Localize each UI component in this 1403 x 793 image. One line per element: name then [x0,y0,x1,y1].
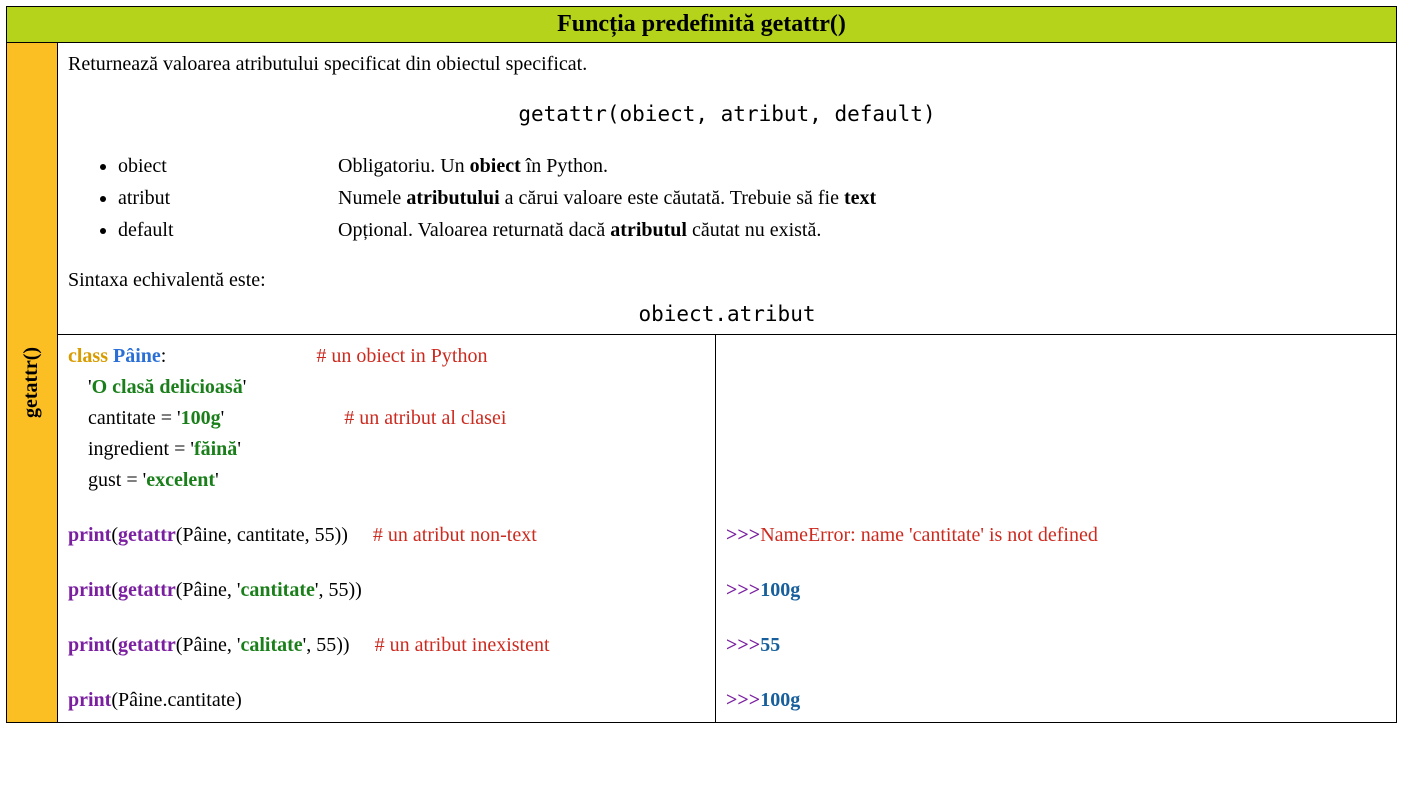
table-body: getattr() Returnează valoarea atributulu… [7,43,1396,722]
code-line: print(getattr(Pâine, 'calitate', 55)) # … [68,630,705,661]
output-line: >>>100g [726,575,1386,606]
code-line: gust = 'excelent' [68,465,705,496]
code-cell: class Pâine: # un obiect in Python 'O cl… [58,335,716,722]
code-line: print(getattr(Pâine, 'cantitate', 55)) [68,575,705,606]
code-line: print(getattr(Pâine, cantitate, 55)) # u… [68,520,705,551]
table-header: Funcția predefinită getattr() [7,7,1396,43]
main-cell: Returnează valoarea atributului specific… [58,43,1396,722]
description-text: Returnează valoarea atributului specific… [68,49,1386,79]
code-line: 'O clasă delicioasă' [68,372,705,403]
document-table: Funcția predefinită getattr() getattr() … [6,6,1397,723]
output-line: >>>NameError: name 'cantitate' is not de… [726,520,1386,551]
output-cell: >>>NameError: name 'cantitate' is not de… [716,335,1396,722]
param-list: obiectObligatoriu. Un obiect în Python. … [118,151,1386,245]
code-line: cantitate = '100g' # un atribut al clase… [68,403,705,434]
code-line: class Pâine: # un obiect in Python [68,341,705,372]
side-label-cell: getattr() [7,43,58,722]
param-item-default: defaultOpțional. Valoarea returnată dacă… [118,215,1386,245]
param-item-obiect: obiectObligatoriu. Un obiect în Python. [118,151,1386,181]
output-line: >>>100g [726,685,1386,716]
equivalence-label: Sintaxa echivalentă este: [68,265,1386,295]
param-item-atribut: atributNumele atributului a cărui valoar… [118,183,1386,213]
code-line: print(Pâine.cantitate) [68,685,705,716]
example-row: class Pâine: # un obiect in Python 'O cl… [58,335,1396,722]
description-cell: Returnează valoarea atributului specific… [58,43,1396,335]
equivalence-code: obiect.atribut [68,299,1386,331]
function-signature: getattr(obiect, atribut, default) [68,99,1386,131]
code-line: ingredient = 'făină' [68,434,705,465]
output-line: >>>55 [726,630,1386,661]
side-label: getattr() [21,347,44,418]
